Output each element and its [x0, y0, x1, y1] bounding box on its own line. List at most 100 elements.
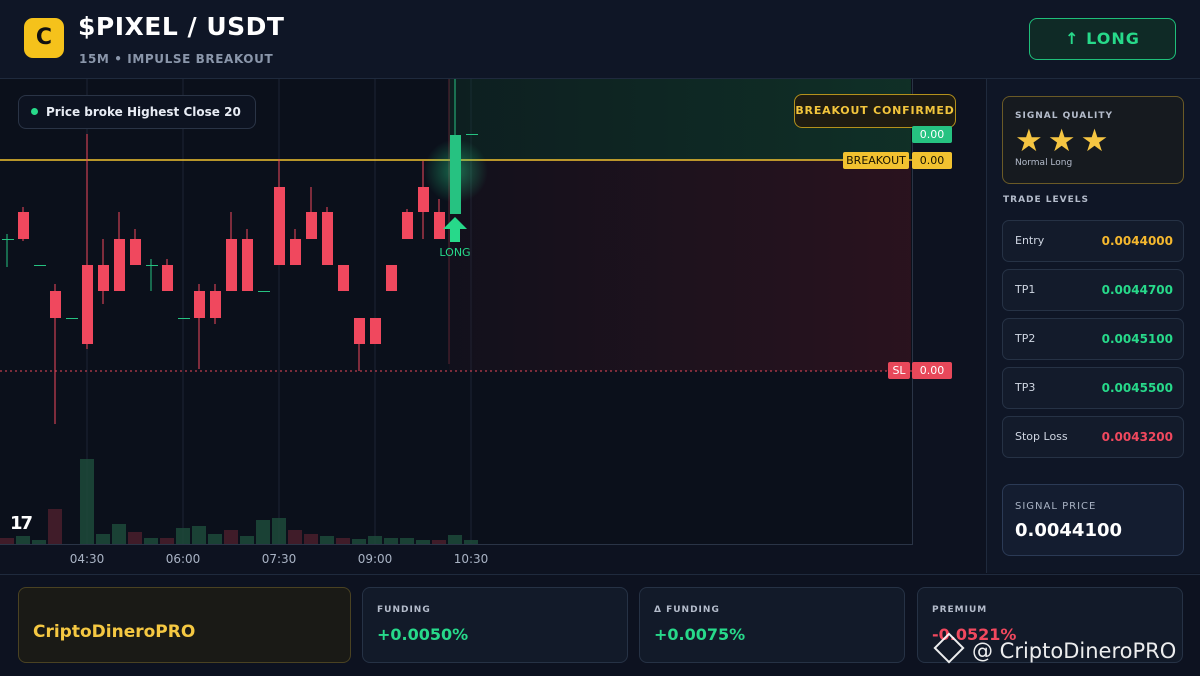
candle-body	[178, 318, 190, 319]
delta-funding-value: +0.0075%	[654, 625, 746, 644]
tradingview-logo-icon: 17	[10, 513, 33, 534]
time-tick: 07:30	[261, 552, 297, 566]
volume-bar	[416, 540, 430, 544]
candle-body	[18, 212, 29, 239]
level-name: TP2	[1015, 332, 1036, 345]
volume-bar	[96, 534, 110, 544]
level-name: TP3	[1015, 381, 1036, 394]
signal-quality-label: Normal Long	[1015, 158, 1073, 168]
volume-bar	[160, 538, 174, 544]
time-tick: 04:30	[69, 552, 105, 566]
level-value: 0.0044000	[1101, 234, 1173, 248]
sl-label-tag: SL	[888, 362, 910, 379]
signal-price-value: 0.0044100	[1015, 520, 1123, 541]
volume-bar	[48, 509, 62, 544]
funding-card: FUNDING +0.0050%	[362, 587, 628, 663]
volume-bar	[368, 536, 382, 544]
volume-bar	[208, 534, 222, 544]
time-tick: 09:00	[357, 552, 393, 566]
brand-card: CriptoDineroPRO	[18, 587, 351, 663]
signal-price-title: SIGNAL PRICE	[1015, 501, 1097, 512]
volume-bar	[176, 528, 190, 544]
volume-bar	[240, 536, 254, 544]
level-name: Entry	[1015, 234, 1045, 247]
candle-body	[82, 265, 93, 344]
app-logo: C	[24, 18, 64, 58]
time-axis: 04:30 06:00 07:30 09:00 10:30	[0, 545, 912, 573]
candle-body	[226, 239, 237, 291]
candle-body	[290, 239, 301, 265]
candle-body	[242, 239, 253, 291]
candle-body	[194, 291, 205, 318]
level-value: 0.0044700	[1101, 283, 1173, 297]
long-button[interactable]: ↑ LONG	[1029, 18, 1176, 60]
delta-funding-card: Δ FUNDING +0.0075%	[639, 587, 905, 663]
signal-price-card: SIGNAL PRICE 0.0044100	[1002, 484, 1184, 556]
breakout-value-tag: 0.00	[912, 152, 952, 169]
volume-bar	[272, 518, 286, 544]
sl-value-tag: 0.00	[912, 362, 952, 379]
level-stop-loss[interactable]: Stop Loss 0.0043200	[1002, 416, 1184, 458]
breakout-label-tag: BREAKOUT	[843, 152, 909, 169]
candle-body	[130, 239, 141, 265]
price-chart[interactable]: LONG Price broke Highest Close 20 0.00 1…	[0, 79, 913, 545]
volume-bar	[16, 536, 30, 544]
candle-body	[114, 239, 125, 291]
chart-grid	[86, 79, 472, 544]
candle-body	[370, 318, 381, 344]
delta-funding-title: Δ FUNDING	[654, 605, 720, 615]
funding-title: FUNDING	[377, 605, 431, 615]
level-tp1[interactable]: TP1 0.0044700	[1002, 269, 1184, 311]
candle-body	[418, 187, 429, 212]
level-name: Stop Loss	[1015, 430, 1068, 443]
signal-quality-title: SIGNAL QUALITY	[1015, 111, 1113, 121]
level-tp3[interactable]: TP3 0.0045500	[1002, 367, 1184, 409]
strategy-subtitle: 15M • IMPULSE BREAKOUT	[79, 52, 274, 66]
candle-body	[338, 265, 349, 291]
candle-body	[322, 212, 333, 265]
premium-title: PREMIUM	[932, 605, 988, 615]
volume-bar	[432, 540, 446, 544]
breakout-confirmed-badge: BREAKOUT CONFIRMED	[794, 94, 956, 128]
funding-value: +0.0050%	[377, 625, 469, 644]
volume-bar	[32, 540, 46, 544]
star-rating-icon: ★★★	[1015, 123, 1114, 159]
candle-body	[386, 265, 397, 291]
volume-bar	[304, 534, 318, 544]
time-tick: 10:30	[453, 552, 489, 566]
volume-bar	[448, 535, 462, 544]
candle-body	[66, 318, 78, 319]
volume-bar	[320, 536, 334, 544]
current-price-tag: 0.00	[912, 126, 952, 143]
candle-body	[466, 134, 478, 135]
volume-bars	[0, 459, 478, 544]
candles	[2, 79, 478, 424]
status-dot-icon	[31, 108, 38, 115]
candle-body	[354, 318, 365, 344]
level-name: TP1	[1015, 283, 1036, 296]
candlestick-chart: LONG	[0, 79, 912, 544]
candle-body	[274, 187, 285, 265]
signal-marker-label: LONG	[439, 246, 470, 259]
candle-body	[210, 291, 221, 318]
candle-body	[50, 291, 61, 318]
pair-title: $PIXEL / USDT	[78, 12, 285, 41]
signal-message-text: Price broke Highest Close 20	[46, 105, 241, 119]
volume-bar	[400, 538, 414, 544]
volume-bar	[0, 538, 14, 544]
level-tp2[interactable]: TP2 0.0045100	[1002, 318, 1184, 360]
volume-bar	[80, 459, 94, 544]
candle-body	[2, 239, 14, 240]
level-entry[interactable]: Entry 0.0044000	[1002, 220, 1184, 262]
header: C $PIXEL / USDT 15M • IMPULSE BREAKOUT ↑…	[0, 0, 1200, 79]
volume-bar	[256, 520, 270, 544]
volume-bar	[128, 532, 142, 544]
volume-bar	[288, 530, 302, 544]
volume-bar	[224, 530, 238, 544]
watermark-text: @ CriptoDineroPRO	[972, 639, 1177, 663]
candle-body	[450, 135, 461, 214]
volume-bar	[352, 539, 366, 544]
candle-body	[258, 291, 270, 292]
watermark: @ CriptoDineroPRO	[933, 632, 1177, 664]
time-tick: 06:00	[165, 552, 201, 566]
